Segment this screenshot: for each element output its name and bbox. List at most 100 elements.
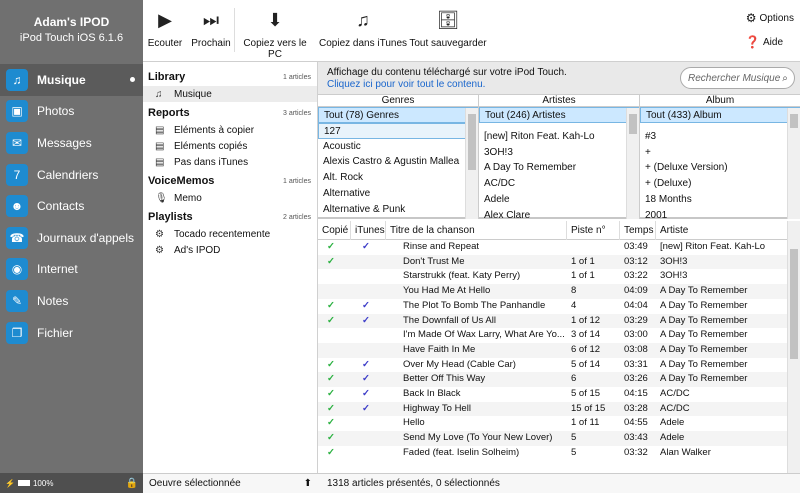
itunes-check-icon (351, 255, 386, 270)
cell-title: Faded (feat. Iselin Solheim) (403, 446, 520, 458)
sidebar-item-fichier[interactable]: ❐ Fichier (0, 317, 143, 349)
play-label: Ecouter (147, 38, 183, 49)
cell-time: 03:49 (624, 241, 648, 252)
sidebar-item-musique[interactable]: ♫ Musique (0, 64, 143, 96)
genres-item[interactable]: Alternative (318, 186, 478, 202)
sidebar-item-messages[interactable]: ✉ Messages (0, 127, 143, 159)
search-icon[interactable]: ⌕ (782, 73, 788, 84)
albums-item[interactable]: + (Deluxe) (640, 176, 800, 192)
table-row[interactable]: ✓ ✓ Highway To Hell 15 of 15 03:28 AC/DC (318, 401, 787, 417)
copied-check-icon: ✓ (327, 432, 335, 444)
albums-item[interactable]: + (640, 145, 800, 161)
cell-artist: AC/DC (660, 402, 690, 414)
genres-scrollbar[interactable] (465, 108, 478, 219)
library-item-musique[interactable]: ♫ Musique (143, 86, 317, 102)
search-box[interactable]: Rechercher Musique ⌕ (680, 67, 795, 89)
table-row[interactable]: ✓ ✓ The Downfall of Us All 1 of 12 03:29 A Da… (318, 313, 787, 329)
artists-scrollbar[interactable] (626, 108, 639, 219)
file-icon: ❐ (6, 321, 28, 344)
albums-item[interactable]: + (Deluxe Version) (640, 160, 800, 176)
albums-header[interactable]: Album (640, 95, 800, 107)
table-row[interactable]: ✓ ✓ Rinse and Repeat 03:49 [new] Riton Feat.… (318, 240, 787, 255)
download-icon: ⬇ (267, 9, 283, 30)
library-section-playlists[interactable]: Playlists 2 articles (143, 208, 317, 226)
table-row[interactable]: Have Faith In Me 6 of 12 03:08 A Day To Rem… (318, 342, 787, 358)
copy-to-itunes-button[interactable]: ♫ Copiez dans iTunes (319, 9, 407, 50)
table-row[interactable]: ✓ Hello 1 of 11 04:55 Adele (318, 416, 787, 431)
help-button[interactable]: ❓ Aide (745, 35, 783, 49)
contacts-icon: ☻ (6, 195, 28, 218)
sidebar-item-photos[interactable]: ▣ Photos (0, 96, 143, 128)
artists-item[interactable]: [new] Riton Feat. Kah-Lo (479, 129, 639, 145)
backup-all-button[interactable]: 🗄 Tout sauvegarder (409, 9, 487, 50)
library-item-tocado-recentemente[interactable]: ⚙ Tocado recentemente (143, 226, 317, 242)
column-header-artist[interactable]: Artiste (656, 221, 787, 240)
sidebar-item-internet[interactable]: ◉ Internet (0, 254, 143, 286)
artists-header[interactable]: Artistes (479, 95, 639, 107)
search-input[interactable]: Rechercher Musique (688, 73, 780, 84)
albums-column: Album Tout (433) Album #3 + + (Deluxe Versi… (640, 95, 800, 221)
library-section-voicememos[interactable]: VoiceMemos 1 articles (143, 172, 317, 190)
column-header-title[interactable]: Titre de la chanson (386, 221, 567, 240)
table-row[interactable]: Starstrukk (feat. Katy Perry) 1 of 1 03:22… (318, 269, 787, 284)
artists-item[interactable]: 3OH!3 (479, 145, 639, 161)
genres-item[interactable]: Alternative & Punk (318, 202, 478, 218)
column-header-track[interactable]: Piste n° (567, 221, 620, 240)
genres-item[interactable]: Alexis Castro & Agustin Mallea (318, 154, 478, 170)
library-item-pas-dans-itunes[interactable]: ▤ Pas dans iTunes (143, 154, 317, 170)
table-row[interactable]: ✓ ✓ The Plot To Bomb The Panhandle 4 04:04 A … (318, 299, 787, 314)
artists-item[interactable]: AC/DC (479, 176, 639, 192)
albums-item[interactable]: #3 (640, 129, 800, 145)
library-item-el-ments-copier[interactable]: ▤ Eléments à copier (143, 122, 317, 138)
genres-item[interactable]: Tout (78) Genres (318, 107, 478, 123)
artists-item[interactable]: Tout (246) Artistes (479, 107, 639, 123)
library-item-ad-s-ipod[interactable]: ⚙ Ad's IPOD (143, 242, 317, 258)
albums-item[interactable]: 18 Months (640, 192, 800, 208)
cell-time: 03:43 (624, 432, 648, 444)
sidebar-item-contacts[interactable]: ☻ Contacts (0, 190, 143, 222)
upload-icon[interactable]: ⬆ (304, 478, 312, 489)
lock-icon[interactable]: 🔒 (126, 478, 138, 489)
column-header-itunes[interactable]: iTunes (351, 221, 386, 240)
help-label: Aide (762, 36, 783, 48)
sidebar-item-calendriers[interactable]: 7 Calendriers (0, 159, 143, 191)
genres-item[interactable]: Acoustic (318, 139, 478, 155)
table-row[interactable]: ✓ Faded (feat. Iselin Solheim) 5 03:32 Alan … (318, 446, 787, 461)
column-header-copied[interactable]: Copié (318, 221, 351, 240)
table-row[interactable]: ✓ ✓ Over My Head (Cable Car) 5 of 14 03:31 A … (318, 358, 787, 373)
sidebar-item-journaux-d-appels[interactable]: ☎ Journaux d'appels (0, 222, 143, 254)
next-label: Prochain (191, 38, 231, 49)
genres-item[interactable]: 127 (318, 122, 478, 139)
table-row[interactable]: ✓ ✓ Back In Black 5 of 15 04:15 AC/DC (318, 387, 787, 402)
column-header-time[interactable]: Temps (620, 221, 656, 240)
artists-item[interactable]: Adele (479, 192, 639, 208)
itunes-check-icon: ✓ (362, 388, 370, 399)
genres-item[interactable]: Alt. Rock (318, 170, 478, 186)
library-item-el-ments-copi-s[interactable]: ▤ Eléments copiés (143, 138, 317, 154)
genres-header[interactable]: Genres (318, 95, 478, 107)
sidebar-item-notes[interactable]: ✎ Notes (0, 285, 143, 317)
help-icon: ❓ (745, 35, 760, 49)
albums-item[interactable]: Tout (433) Album (640, 107, 800, 123)
copy-to-pc-button[interactable]: ⬇ Copiez vers le PC (237, 9, 313, 61)
cell-time: 03:31 (624, 358, 648, 370)
view-all-content-link[interactable]: Cliquez ici pour voir tout le contenu. (327, 79, 485, 90)
section-title: Playlists (148, 211, 193, 223)
cell-artist: A Day To Remember (660, 373, 748, 385)
library-item-memo[interactable]: 🎙 Memo (143, 190, 317, 206)
table-row[interactable]: I'm Made Of Wax Larry, What Are Yo... 3 o… (318, 328, 787, 343)
albums-scrollbar[interactable] (787, 108, 800, 219)
next-button[interactable]: ⏭ Prochain (191, 9, 231, 50)
table-row[interactable]: ✓ Don't Trust Me 1 of 1 03:12 3OH!3 (318, 254, 787, 270)
play-button[interactable]: ▶ Ecouter (147, 9, 183, 50)
table-row[interactable]: ✓ ✓ Better Off This Way 6 03:26 A Day To Reme… (318, 372, 787, 387)
table-scrollbar[interactable] (787, 221, 800, 473)
library-section-library[interactable]: Library 1 articles (143, 68, 317, 86)
section-title: Reports (148, 107, 190, 119)
library-section-reports[interactable]: Reports 3 articles (143, 104, 317, 122)
artists-item[interactable]: A Day To Remember (479, 160, 639, 176)
cell-time: 03:29 (624, 314, 648, 326)
table-row[interactable]: You Had Me At Hello 8 04:09 A Day To Rememb… (318, 284, 787, 299)
options-button[interactable]: ⚙ Options (746, 11, 794, 25)
table-row[interactable]: ✓ Send My Love (To Your New Lover) 5 03:43 A… (318, 431, 787, 446)
